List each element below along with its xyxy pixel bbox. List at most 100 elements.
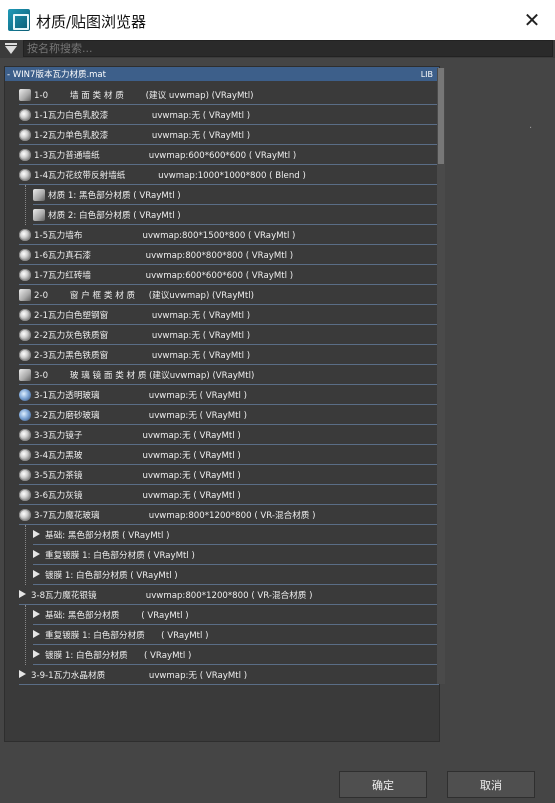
material-row[interactable]: 1-2瓦力单色乳胶漆 uvwmap:无 ( VRayMtl ) — [19, 125, 439, 145]
library-name: - WIN7版本瓦力材质.mat — [7, 70, 106, 80]
browser-panel: - WIN7版本瓦力材质.mat LIB 1-0 墙 面 类 材 质 (建议 u… — [0, 58, 555, 803]
material-row[interactable]: 重复镀膜 1: 白色部分材质 ( VRayMtl ) — [33, 545, 439, 565]
material-row[interactable]: 1-1瓦力白色乳胶漆 uvwmap:无 ( VRayMtl ) — [19, 105, 439, 125]
material-sphere-icon — [19, 288, 31, 301]
material-sphere-icon — [19, 388, 31, 401]
material-sphere-icon — [19, 128, 31, 141]
material-sphere-icon — [19, 488, 31, 501]
material-row-label: 2-1瓦力白色塑钢窗 uvwmap:无 ( VRayMtl ) — [34, 310, 251, 321]
submaterial-arrow-icon — [33, 550, 42, 559]
material-row[interactable]: 1-4瓦力花纹带反射墙纸 uvwmap:1000*1000*800 ( Blen… — [19, 165, 439, 185]
material-row-label: 3-1瓦力透明玻璃 uvwmap:无 ( VRayMtl ) — [34, 390, 247, 401]
material-row-label: 3-0 玻 璃 镜 面 类 材 质 (建议uvwmap) (VRayMtl) — [34, 370, 255, 381]
library-header[interactable]: - WIN7版本瓦力材质.mat LIB — [5, 67, 439, 81]
material-sphere-icon — [19, 348, 31, 361]
material-row[interactable]: 3-2瓦力磨砂玻璃 uvwmap:无 ( VRayMtl ) — [19, 405, 439, 425]
material-row[interactable]: 3-9-1瓦力水晶材质 uvwmap:无 ( VRayMtl ) — [19, 665, 439, 685]
filter-menu-icon[interactable] — [3, 43, 19, 55]
material-row[interactable]: 3-7瓦力魔花玻璃 uvwmap:800*1200*800 ( VR-混合材质 … — [19, 505, 439, 525]
material-row-label: 3-5瓦力茶镜 uvwmap:无 ( VRayMtl ) — [34, 470, 241, 481]
material-row-label: 1-7瓦力红砖墙 uvwmap:600*600*600 ( VRayMtl ) — [34, 270, 294, 281]
material-row-label: 3-2瓦力磨砂玻璃 uvwmap:无 ( VRayMtl ) — [34, 410, 247, 421]
material-row[interactable]: 1-5瓦力墙布 uvwmap:800*1500*800 ( VRayMtl ) — [19, 225, 439, 245]
material-row-label: 1-6瓦力真石漆 uvwmap:800*800*800 ( VRayMtl ) — [34, 250, 294, 261]
material-row-label: 重复镀膜 1: 白色部分材质 ( VRayMtl ) — [45, 630, 209, 641]
submaterial-arrow-icon — [33, 630, 42, 639]
submaterial-arrow-icon — [33, 530, 42, 539]
close-button[interactable]: ✕ — [509, 0, 555, 40]
material-row[interactable]: 2-3瓦力黑色铁质窗 uvwmap:无 ( VRayMtl ) — [19, 345, 439, 365]
window-title: 材质/贴图浏览器 — [36, 13, 147, 31]
material-row-label: 1-4瓦力花纹带反射墙纸 uvwmap:1000*1000*800 ( Blen… — [34, 170, 306, 181]
title-bar: 材质/贴图浏览器 ✕ — [0, 0, 555, 40]
scrollbar-thumb[interactable] — [438, 68, 444, 164]
material-row[interactable]: 3-8瓦力魔花银镜 uvwmap:800*1200*800 ( VR-混合材质 … — [19, 585, 439, 605]
search-input[interactable] — [23, 40, 553, 57]
material-sphere-icon — [19, 88, 31, 101]
search-bar — [0, 40, 555, 58]
material-sphere-icon — [33, 208, 45, 221]
tree-guide-line — [25, 605, 26, 665]
material-row[interactable]: 3-6瓦力灰镜 uvwmap:无 ( VRayMtl ) — [19, 485, 439, 505]
material-row[interactable]: 1-3瓦力普通墙纸 uvwmap:600*600*600 ( VRayMtl ) — [19, 145, 439, 165]
material-sphere-icon — [19, 268, 31, 281]
material-sphere-icon — [19, 308, 31, 321]
material-row-label: 1-0 墙 面 类 材 质 (建议 uvwmap) (VRayMtl) — [34, 90, 254, 101]
material-row[interactable]: 3-1瓦力透明玻璃 uvwmap:无 ( VRayMtl ) — [19, 385, 439, 405]
material-sphere-icon — [19, 328, 31, 341]
material-row-label: 3-4瓦力黑玻 uvwmap:无 ( VRayMtl ) — [34, 450, 241, 461]
material-sphere-icon — [33, 188, 45, 201]
material-sphere-icon — [19, 468, 31, 481]
material-row[interactable]: 2-2瓦力灰色铁质窗 uvwmap:无 ( VRayMtl ) — [19, 325, 439, 345]
material-row[interactable]: 3-3瓦力镜子 uvwmap:无 ( VRayMtl ) — [19, 425, 439, 445]
material-row-label: 3-9-1瓦力水晶材质 uvwmap:无 ( VRayMtl ) — [31, 670, 248, 681]
material-row[interactable]: 基础: 黑色部分材质 ( VRayMtl ) — [33, 525, 439, 545]
submaterial-arrow-icon — [33, 610, 42, 619]
submaterial-arrow-icon — [33, 570, 42, 579]
material-row[interactable]: 镀膜 1: 白色部分材质 ( VRayMtl ) — [33, 645, 439, 665]
material-row[interactable]: 1-6瓦力真石漆 uvwmap:800*800*800 ( VRayMtl ) — [19, 245, 439, 265]
material-row[interactable]: 3-4瓦力黑玻 uvwmap:无 ( VRayMtl ) — [19, 445, 439, 465]
material-row-label: 1-5瓦力墙布 uvwmap:800*1500*800 ( VRayMtl ) — [34, 230, 296, 241]
material-row-label: 1-3瓦力普通墙纸 uvwmap:600*600*600 ( VRayMtl ) — [34, 150, 297, 161]
panel-dot-icon: · — [529, 123, 533, 134]
material-row-label: 3-3瓦力镜子 uvwmap:无 ( VRayMtl ) — [34, 430, 241, 441]
material-row[interactable]: 3-5瓦力茶镜 uvwmap:无 ( VRayMtl ) — [19, 465, 439, 485]
material-row-label: 镀膜 1: 白色部分材质 ( VRayMtl ) — [45, 650, 192, 661]
material-sphere-icon — [19, 168, 31, 181]
ok-button[interactable]: 确定 — [339, 771, 427, 798]
material-row-label: 3-6瓦力灰镜 uvwmap:无 ( VRayMtl ) — [34, 490, 241, 501]
material-sphere-icon — [19, 228, 31, 241]
material-row-label: 2-2瓦力灰色铁质窗 uvwmap:无 ( VRayMtl ) — [34, 330, 251, 341]
tree-guide-line — [25, 185, 26, 225]
tree-guide-line — [25, 525, 26, 585]
material-row-label: 1-1瓦力白色乳胶漆 uvwmap:无 ( VRayMtl ) — [34, 110, 251, 121]
material-row[interactable]: 1-0 墙 面 类 材 质 (建议 uvwmap) (VRayMtl) — [19, 85, 439, 105]
material-sphere-icon — [19, 448, 31, 461]
material-row-label: 材质 2: 白色部分材质 ( VRayMtl ) — [48, 210, 181, 221]
material-sphere-icon — [19, 148, 31, 161]
material-row[interactable]: 1-7瓦力红砖墙 uvwmap:600*600*600 ( VRayMtl ) — [19, 265, 439, 285]
material-row-label: 3-7瓦力魔花玻璃 uvwmap:800*1200*800 ( VR-混合材质 … — [34, 510, 316, 521]
material-row[interactable]: 镀膜 1: 白色部分材质 ( VRayMtl ) — [33, 565, 439, 585]
material-row[interactable]: 材质 2: 白色部分材质 ( VRayMtl ) — [33, 205, 439, 225]
material-row[interactable]: 重复镀膜 1: 白色部分材质 ( VRayMtl ) — [33, 625, 439, 645]
material-row[interactable]: 材质 1: 黑色部分材质 ( VRayMtl ) — [33, 185, 439, 205]
material-row-label: 镀膜 1: 白色部分材质 ( VRayMtl ) — [45, 570, 178, 581]
cancel-button[interactable]: 取消 — [447, 771, 535, 798]
tree-scrollbar[interactable] — [437, 68, 445, 684]
material-row-label: 2-3瓦力黑色铁质窗 uvwmap:无 ( VRayMtl ) — [34, 350, 251, 361]
material-sphere-icon — [19, 368, 31, 381]
material-row-label: 材质 1: 黑色部分材质 ( VRayMtl ) — [48, 190, 181, 201]
material-tree[interactable]: - WIN7版本瓦力材质.mat LIB 1-0 墙 面 类 材 质 (建议 u… — [4, 66, 440, 742]
material-row-label: 重复镀膜 1: 白色部分材质 ( VRayMtl ) — [45, 550, 195, 561]
material-row-label: 3-8瓦力魔花银镜 uvwmap:800*1200*800 ( VR-混合材质 … — [31, 590, 313, 601]
material-row[interactable]: 基础: 黑色部分材质 ( VRayMtl ) — [33, 605, 439, 625]
material-row-label: 1-2瓦力单色乳胶漆 uvwmap:无 ( VRayMtl ) — [34, 130, 251, 141]
material-row-label: 2-0 窗 户 框 类 材 质 (建议uvwmap) (VRayMtl) — [34, 290, 254, 301]
material-row[interactable]: 3-0 玻 璃 镜 面 类 材 质 (建议uvwmap) (VRayMtl) — [19, 365, 439, 385]
material-row[interactable]: 2-1瓦力白色塑钢窗 uvwmap:无 ( VRayMtl ) — [19, 305, 439, 325]
material-sphere-icon — [19, 508, 31, 521]
submaterial-arrow-icon — [33, 650, 42, 659]
material-row[interactable]: 2-0 窗 户 框 类 材 质 (建议uvwmap) (VRayMtl) — [19, 285, 439, 305]
